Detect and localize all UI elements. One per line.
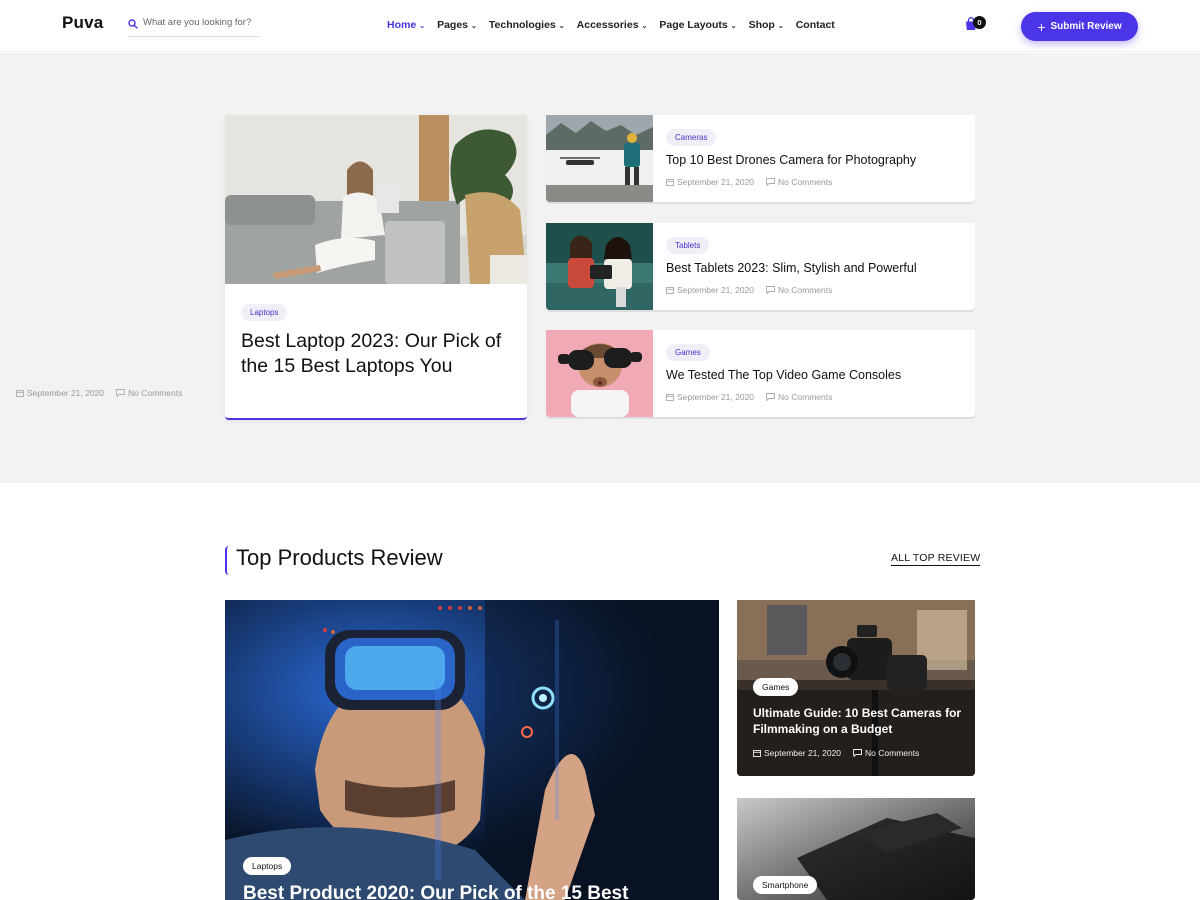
calendar-icon xyxy=(666,394,674,401)
nav-label: Shop xyxy=(748,19,775,31)
post-comments-text: No Comments xyxy=(778,177,833,187)
nav-item-contact[interactable]: Contact xyxy=(796,19,835,31)
small-review-card[interactable]: Games Ultimate Guide: 10 Best Cameras fo… xyxy=(737,600,975,776)
calendar-icon xyxy=(16,390,24,397)
side-post-title[interactable]: We Tested The Top Video Game Consoles xyxy=(666,368,901,382)
featured-post-meta: September 21, 2020 No Comments xyxy=(16,388,182,398)
side-post-card[interactable]: Games We Tested The Top Video Game Conso… xyxy=(546,330,975,417)
comment-icon xyxy=(116,389,125,397)
side-post-image[interactable] xyxy=(546,115,653,202)
main-nav: Home ⌄ Pages ⌄ Technologies ⌄ Accessories ⌄ … xyxy=(387,19,847,31)
post-date-text: September 21, 2020 xyxy=(27,388,105,398)
post-comments-text: No Comments xyxy=(128,388,183,398)
side-post-image[interactable] xyxy=(546,223,653,310)
big-review-image[interactable] xyxy=(225,600,719,900)
comment-icon xyxy=(853,749,862,757)
post-comments[interactable]: No Comments xyxy=(766,177,832,187)
post-date-text: September 21, 2020 xyxy=(677,285,755,295)
post-comments[interactable]: No Comments xyxy=(766,285,832,295)
section-accent-bar xyxy=(225,546,229,575)
plus-icon: + xyxy=(1037,18,1046,35)
post-date: September 21, 2020 xyxy=(753,748,841,758)
post-comments[interactable]: No Comments xyxy=(766,392,832,402)
nav-item-technologies[interactable]: Technologies ⌄ xyxy=(489,19,565,31)
side-post-title[interactable]: Top 10 Best Drones Camera for Photograph… xyxy=(666,153,916,167)
nav-item-shop[interactable]: Shop ⌄ xyxy=(749,19,784,31)
category-tag[interactable]: Games xyxy=(753,678,799,696)
side-post-title[interactable]: Best Tablets 2023: Slim, Stylish and Pow… xyxy=(666,261,917,275)
chevron-down-icon: ⌄ xyxy=(558,23,565,30)
submit-review-label: Submit Review xyxy=(1050,21,1122,32)
comment-icon xyxy=(766,286,775,294)
small-review-title[interactable]: Ultimate Guide: 10 Best Cameras for Film… xyxy=(753,705,963,737)
nav-label: Accessories xyxy=(576,19,639,31)
search-input[interactable] xyxy=(143,17,257,28)
site-logo[interactable]: Puva xyxy=(62,13,103,33)
chevron-down-icon: ⌄ xyxy=(419,23,426,30)
post-date-text: September 21, 2020 xyxy=(677,177,755,187)
nav-label: Home xyxy=(387,19,417,31)
post-date-text: September 21, 2020 xyxy=(677,392,755,402)
site-header: Puva Home⌄ Pages⌄ Technologies⌄ Accessor… xyxy=(0,0,1200,52)
calendar-icon xyxy=(666,287,674,294)
post-date: September 21, 2020 xyxy=(666,392,754,402)
nav-item-page-layouts[interactable]: Page Layouts ⌄ xyxy=(659,19,736,31)
submit-review-button[interactable]: + Submit Review xyxy=(1021,12,1138,41)
side-post-meta: September 21, 2020 No Comments xyxy=(666,392,832,402)
side-post-card[interactable]: Cameras Top 10 Best Drones Camera for Ph… xyxy=(546,115,975,202)
cart-count-badge: 0 xyxy=(973,16,986,29)
side-post-card[interactable]: Tablets Best Tablets 2023: Slim, Stylish… xyxy=(546,223,975,310)
nav-label: Contact xyxy=(795,19,835,31)
post-comments-text: No Comments xyxy=(778,392,833,402)
comment-icon xyxy=(766,393,775,401)
category-tag[interactable]: Tablets xyxy=(666,237,710,254)
featured-post-image[interactable] xyxy=(225,115,527,284)
post-comments-text: No Comments xyxy=(865,748,920,758)
category-tag[interactable]: Games xyxy=(666,344,710,361)
category-tag[interactable]: Laptops xyxy=(243,857,292,875)
chevron-down-icon: ⌄ xyxy=(730,23,737,30)
comment-icon xyxy=(766,178,775,186)
side-post-meta: September 21, 2020 No Comments xyxy=(666,177,832,187)
big-review-card[interactable]: Laptops Best Product 2020: Our Pick of t… xyxy=(225,600,719,900)
nav-item-home[interactable]: Home ⌄ xyxy=(387,19,425,31)
search-icon xyxy=(128,19,138,29)
post-date: September 21, 2020 xyxy=(16,388,104,398)
nav-label: Technologies xyxy=(488,19,556,31)
all-top-review-link[interactable]: ALL TOP REVIEW xyxy=(891,552,981,566)
side-post-image[interactable] xyxy=(546,330,653,417)
category-tag[interactable]: Laptops xyxy=(241,304,288,321)
post-date-text: September 21, 2020 xyxy=(764,748,842,758)
post-date: September 21, 2020 xyxy=(666,285,754,295)
category-tag[interactable]: Cameras xyxy=(666,129,717,146)
chevron-down-icon: ⌄ xyxy=(777,23,784,30)
chevron-down-icon: ⌄ xyxy=(641,23,648,30)
category-tag[interactable]: Smartphone xyxy=(753,876,818,894)
big-review-title[interactable]: Best Product 2020: Our Pick of the 15 Be… xyxy=(243,883,628,900)
small-review-card[interactable]: Smartphone xyxy=(737,798,975,900)
post-comments-text: No Comments xyxy=(778,285,833,295)
nav-label: Page Layouts xyxy=(659,19,728,31)
post-date: September 21, 2020 xyxy=(666,177,754,187)
calendar-icon xyxy=(666,179,674,186)
side-post-meta: September 21, 2020 No Comments xyxy=(666,285,832,295)
nav-item-pages[interactable]: Pages ⌄ xyxy=(437,19,477,31)
small-review-meta: September 21, 2020 No Comments xyxy=(753,748,919,758)
post-comments[interactable]: No Comments xyxy=(116,388,182,398)
search-bar[interactable] xyxy=(128,14,259,37)
chevron-down-icon: ⌄ xyxy=(471,23,477,30)
nav-label: Pages xyxy=(437,19,468,31)
featured-post-card[interactable]: Laptops Best Laptop 2023: Our Pick of th… xyxy=(225,115,527,420)
featured-post-title[interactable]: Best Laptop 2023: Our Pick of the 15 Bes… xyxy=(241,329,516,379)
calendar-icon xyxy=(753,750,761,757)
nav-item-accessories[interactable]: Accessories ⌄ xyxy=(577,19,648,31)
section-title: Top Products Review xyxy=(236,545,443,570)
post-comments[interactable]: No Comments xyxy=(853,748,919,758)
